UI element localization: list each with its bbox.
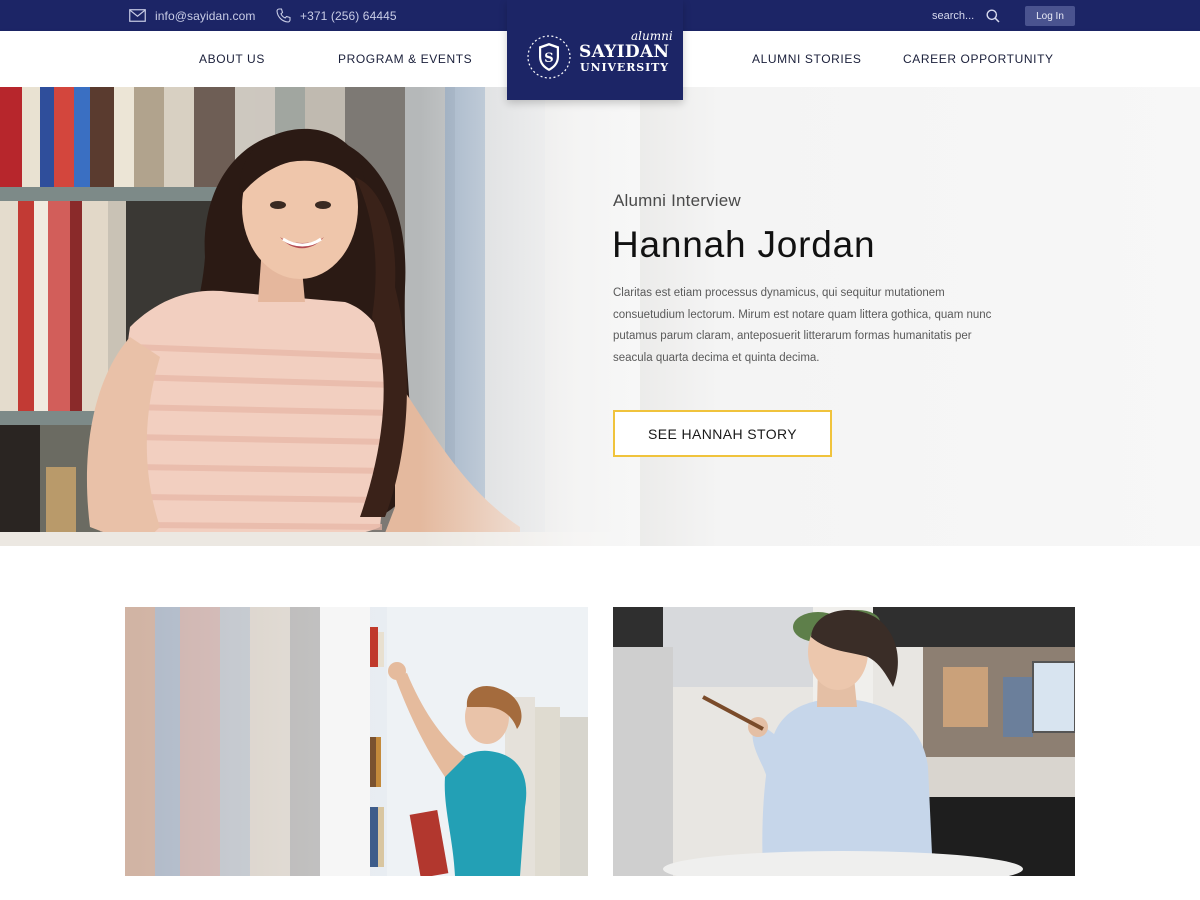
nav-about-us[interactable]: ABOUT US — [199, 31, 265, 87]
nav-program-events[interactable]: PROGRAM & EVENTS — [338, 31, 472, 87]
university-logo[interactable]: S alumni SAYIDAN UNIVERSITY — [507, 0, 683, 100]
logo-name-line2: UNIVERSITY — [580, 61, 669, 74]
hero-description: Claritas est etiam processus dynamicus, … — [613, 287, 992, 364]
see-story-button[interactable]: SEE HANNAH STORY — [613, 410, 832, 457]
logo-name-line1: SAYIDAN — [579, 42, 670, 62]
hero-section: Alumni Interview Hannah Jordan Claritas … — [0, 87, 1200, 546]
story-card-library-photo[interactable] — [125, 607, 588, 876]
story-card-office-photo[interactable] — [613, 607, 1075, 876]
phone-icon — [276, 8, 291, 23]
logo-alumni-tag: alumni — [631, 29, 673, 43]
shield-emblem-icon: S — [527, 35, 571, 79]
hero-fade-overlay — [420, 87, 640, 546]
photo-student-at-desk — [613, 607, 1075, 876]
hero-title: Hannah Jordan — [612, 224, 876, 265]
contact-email[interactable]: info@sayidan.com — [129, 0, 256, 31]
hero-kicker: Alumni Interview — [613, 191, 741, 210]
login-button[interactable]: Log In — [1025, 6, 1075, 26]
mail-icon — [129, 9, 146, 22]
nav-career-opportunity[interactable]: CAREER OPPORTUNITY — [903, 31, 1054, 87]
contact-phone[interactable]: +371 (256) 64445 — [276, 0, 397, 31]
photo-student-at-bookshelf — [125, 607, 588, 876]
email-text: info@sayidan.com — [155, 8, 256, 23]
nav-alumni-stories[interactable]: ALUMNI STORIES — [752, 31, 862, 87]
search-icon[interactable] — [986, 9, 1000, 23]
search-input[interactable] — [932, 9, 976, 22]
emblem-letter: S — [544, 51, 553, 66]
phone-text: +371 (256) 64445 — [300, 8, 397, 23]
search-box — [932, 0, 1000, 31]
